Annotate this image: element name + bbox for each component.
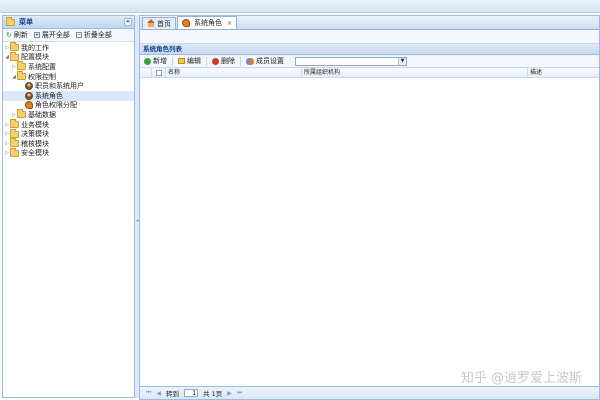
tree-item-label: 基础数据 <box>28 110 56 119</box>
edit-icon <box>178 58 185 64</box>
grid-body <box>140 78 599 376</box>
total-pages-label: 共 1页 <box>203 390 223 398</box>
menu-toolbar: ↻ 刷新 + 展开全部 − 折叠全部 <box>3 29 134 42</box>
folder-icon <box>10 128 19 138</box>
main-panel: 首页 系统角色 × 系统角色列表 新增 编辑 删除 成员设置 ▼ 名称 所属组织… <box>139 15 600 400</box>
member-settings-label: 成员设置 <box>256 57 284 65</box>
tab-label: 首页 <box>157 19 171 28</box>
tree-item-label: 稽核模块 <box>21 139 49 148</box>
menu-tree: ▷ 我的工作 ◢ 配置模块 ▷ 系统配置 ◢ 权限控制 职员和系统用户 系统角色 <box>3 42 134 158</box>
close-tab-icon[interactable]: × <box>227 20 232 27</box>
column-header-org[interactable]: 所属组织机构 <box>302 67 528 78</box>
user-icon <box>25 82 33 91</box>
folder-icon <box>17 109 26 119</box>
chevron-down-icon[interactable]: ▼ <box>398 57 406 65</box>
delete-icon <box>212 57 219 65</box>
first-page-icon[interactable]: ⏮ <box>146 389 151 397</box>
edit-label: 编辑 <box>187 57 201 65</box>
prev-page-icon[interactable]: ◀ <box>156 390 161 397</box>
key-icon <box>25 101 33 110</box>
grid-title: 系统角色列表 <box>140 44 599 55</box>
folder-icon <box>10 119 19 129</box>
tree-item-decision-module[interactable]: ▷ 决策模块 <box>3 128 134 139</box>
app-header-bar <box>0 0 600 13</box>
content-top-band <box>140 30 599 44</box>
member-settings-button[interactable]: 成员设置 <box>246 56 284 66</box>
tree-item-label: 配置模块 <box>21 53 49 62</box>
tree-item-label: 我的工作 <box>21 43 49 52</box>
tree-item-label: 决策模块 <box>21 130 49 139</box>
folder-icon <box>10 147 19 157</box>
add-button[interactable]: 新增 <box>144 56 167 66</box>
row-number-header <box>140 67 152 78</box>
tree-item-business-module[interactable]: ▷ 业务模块 <box>3 119 134 130</box>
menu-panel-header: 菜单 « <box>3 16 134 29</box>
collapse-panel-button[interactable]: « <box>124 18 132 26</box>
collapse-icon: − <box>75 32 82 38</box>
refresh-icon: ↻ <box>6 31 12 39</box>
tree-item-my-work[interactable]: ▷ 我的工作 <box>3 42 134 53</box>
toolbar-divider <box>206 56 207 66</box>
collapse-all-label: 折叠全部 <box>83 31 112 39</box>
column-header-desc[interactable]: 描述 <box>528 68 599 78</box>
tree-item-basic-data[interactable]: ▷ 基础数据 <box>3 109 134 120</box>
checkbox-icon <box>155 69 162 76</box>
toolbar-divider <box>240 56 241 66</box>
toolbar-divider <box>172 56 173 66</box>
grid-header-row: 名称 所属组织机构 描述 <box>140 67 599 78</box>
tree-item-label: 业务模块 <box>21 120 49 129</box>
tree-item-audit-module[interactable]: ▷ 稽核模块 <box>3 138 134 149</box>
folder-icon <box>10 42 19 52</box>
refresh-label: 刷新 <box>13 31 28 39</box>
key-icon <box>182 19 190 27</box>
menu-panel-title: 菜单 <box>19 18 33 26</box>
home-icon <box>147 19 155 27</box>
tab-strip: 首页 系统角色 × <box>140 16 599 30</box>
tree-item-staff-users[interactable]: 职员和系统用户 <box>3 81 134 91</box>
search-combobox[interactable]: ▼ <box>295 56 407 66</box>
tree-item-permission-control[interactable]: ◢ 权限控制 <box>3 71 134 82</box>
column-header-name[interactable]: 名称 <box>166 67 302 78</box>
add-icon <box>144 57 151 65</box>
folder-open-icon <box>10 51 19 61</box>
goto-label: 转到 <box>166 390 180 398</box>
select-all-checkbox[interactable] <box>152 67 166 78</box>
tree-item-label: 权限控制 <box>28 72 56 81</box>
tree-item-label: 系统角色 <box>35 91 63 100</box>
grid-toolbar: 新增 编辑 删除 成员设置 ▼ <box>140 55 599 68</box>
tab-system-roles[interactable]: 系统角色 × <box>177 16 238 29</box>
refresh-button[interactable]: ↻ 刷新 <box>6 30 28 40</box>
tree-item-system-roles[interactable]: 系统角色 <box>3 90 134 101</box>
watermark-text: 知乎 @逍罗爱上波斯 <box>460 371 582 386</box>
tree-item-label: 职员和系统用户 <box>35 82 84 91</box>
tree-item-label: 系统配置 <box>28 62 56 71</box>
tab-label: 系统角色 <box>194 19 222 27</box>
menu-icon <box>6 16 15 26</box>
pagination-bar: ⏮ ◀ 转到 共 1页 ▶ ⏭ <box>140 386 599 399</box>
delete-label: 删除 <box>221 57 235 65</box>
delete-button[interactable]: 删除 <box>212 56 235 66</box>
folder-open-icon <box>17 71 26 81</box>
members-icon <box>246 57 254 65</box>
user-group-icon <box>25 91 33 100</box>
tab-home[interactable]: 首页 <box>142 17 176 29</box>
edit-button[interactable]: 编辑 <box>178 56 201 66</box>
expand-icon: + <box>33 32 40 38</box>
tree-item-label: 安全模块 <box>21 149 49 158</box>
tree-item-label: 角色权限分配 <box>35 101 77 110</box>
next-page-icon[interactable]: ▶ <box>227 390 232 397</box>
search-input[interactable] <box>296 57 398 65</box>
tree-item-security-module[interactable]: ▷ 安全模块 <box>3 147 134 159</box>
last-page-icon[interactable]: ⏭ <box>237 389 242 397</box>
folder-icon <box>17 61 26 71</box>
page-number-input[interactable] <box>184 389 199 397</box>
add-label: 新增 <box>153 57 167 65</box>
folder-icon <box>10 138 19 148</box>
expand-all-button[interactable]: + 展开全部 <box>33 30 70 40</box>
menu-panel: 菜单 « ↻ 刷新 + 展开全部 − 折叠全部 ▷ 我的工作 ◢ 配置模块 ▷ <box>2 15 135 398</box>
collapse-all-button[interactable]: − 折叠全部 <box>75 30 112 40</box>
expand-all-label: 展开全部 <box>41 31 70 39</box>
